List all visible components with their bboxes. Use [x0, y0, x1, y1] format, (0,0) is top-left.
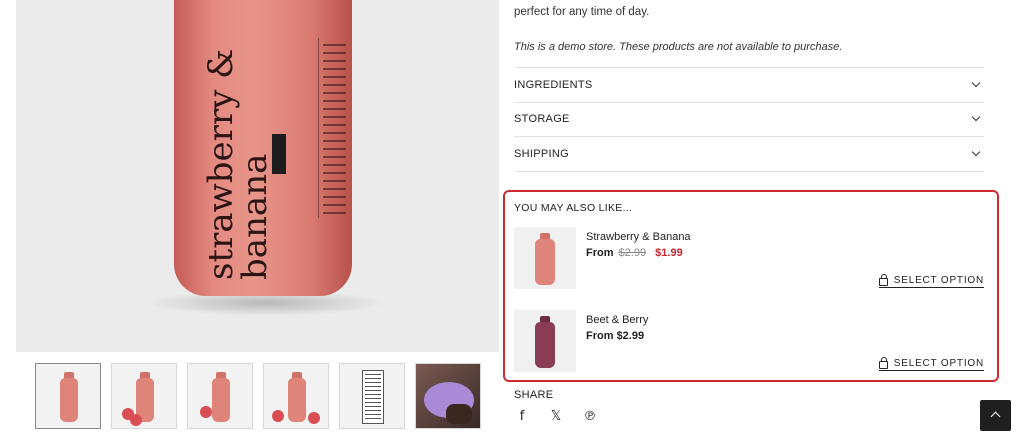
demo-store-notice: This is a demo store. These products are… [514, 41, 843, 53]
thumbnail-2[interactable] [111, 363, 177, 429]
original-price: $2.99 [618, 247, 647, 259]
thumbnail-3[interactable] [187, 363, 253, 429]
accordion-label: STORAGE [514, 113, 570, 126]
product-main-image[interactable]: strawberry & banana [16, 0, 499, 352]
accordion-label: SHIPPING [514, 147, 569, 160]
x-icon[interactable]: 𝕏 [548, 409, 564, 424]
bottle-icon [535, 239, 555, 285]
bag-icon [878, 274, 888, 286]
accordion-label: INGREDIENTS [514, 78, 593, 91]
thumbnail-4[interactable] [263, 363, 329, 429]
product-description: perfect for any time of day. [514, 6, 650, 18]
thumbnail-6[interactable] [415, 363, 481, 429]
bottle-flavor-text: strawberry & banana [201, 48, 275, 280]
chevron-down-icon [971, 113, 981, 122]
product-accordion: INGREDIENTS STORAGE SHIPPING [514, 67, 984, 172]
regular-price: $2.99 [616, 330, 645, 342]
accordion-shipping[interactable]: SHIPPING [514, 137, 984, 172]
thumbnail-1[interactable] [35, 363, 101, 429]
bag-icon [878, 357, 888, 369]
related-product-name[interactable]: Beet & Berry [586, 314, 648, 326]
sale-price: $1.99 [655, 247, 683, 259]
thumbnail-5[interactable] [339, 363, 405, 429]
related-product-name[interactable]: Strawberry & Banana [586, 231, 691, 243]
pinterest-icon[interactable]: ℗ [582, 409, 598, 424]
bottle-icon [535, 322, 555, 368]
accordion-ingredients[interactable]: INGREDIENTS [514, 68, 984, 103]
related-product-image[interactable] [514, 310, 576, 372]
facebook-icon[interactable]: f [514, 409, 530, 424]
related-products-title: YOU MAY ALSO LIKE... [514, 202, 633, 214]
select-option-button[interactable]: SELECT OPTION [878, 274, 984, 288]
thumbnail-strip [35, 363, 481, 429]
bottle-brand-tag [272, 134, 286, 174]
related-product-item: Beet & Berry From $2.99 SELECT OPTION [514, 310, 984, 380]
share-icons: f 𝕏 ℗ [514, 409, 598, 424]
related-product-image[interactable] [514, 227, 576, 289]
related-product-price: From $2.99 $1.99 [586, 247, 683, 259]
related-product-price: From $2.99 [586, 330, 645, 342]
select-option-button[interactable]: SELECT OPTION [878, 357, 984, 371]
chevron-down-icon [971, 147, 981, 156]
related-product-item: Strawberry & Banana From $2.99 $1.99 SEL… [514, 227, 984, 297]
chevron-down-icon [971, 78, 981, 87]
accordion-storage[interactable]: STORAGE [514, 103, 984, 137]
back-to-top-button[interactable] [980, 400, 1011, 431]
nutrition-label [318, 38, 348, 218]
share-label: SHARE [514, 389, 554, 401]
